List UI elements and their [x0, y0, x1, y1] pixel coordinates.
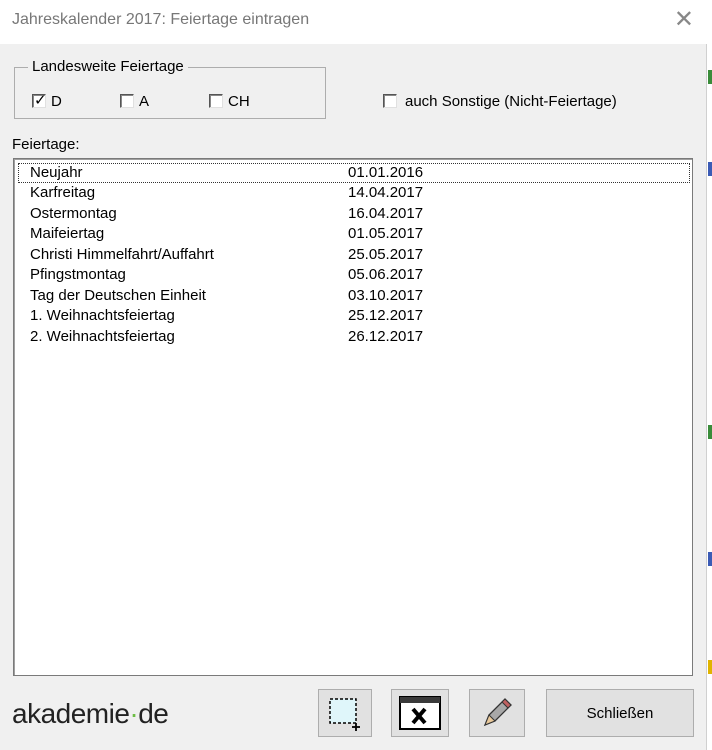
holiday-date: 01.01.2016	[348, 164, 424, 181]
add-entry-icon	[329, 698, 360, 731]
checkbox-a-label: A	[139, 92, 150, 110]
holiday-date: 01.05.2017	[348, 225, 424, 242]
close-button-label: Schließen	[586, 704, 654, 722]
list-item[interactable]: Maifeiertag 01.05.2017	[18, 224, 690, 244]
logo-dot: ·	[129, 698, 139, 729]
edge-marker	[708, 162, 712, 176]
holiday-name: Neujahr	[30, 164, 83, 181]
list-item[interactable]: 2. Weihnachtsfeiertag 26.12.2017	[18, 327, 690, 347]
title-bar: Jahreskalender 2017: Feiertage eintragen…	[0, 0, 712, 44]
holiday-date: 25.05.2017	[348, 246, 424, 263]
holiday-listbox[interactable]: Neujahr 01.01.2016 Karfreitag 14.04.2017…	[13, 158, 693, 676]
holiday-name: Maifeiertag	[30, 225, 105, 242]
checkbox-ch-label: CH	[228, 92, 250, 110]
edit-entry-button[interactable]	[469, 689, 525, 737]
edge-marker	[708, 660, 712, 674]
holiday-name: Karfreitag	[30, 184, 96, 201]
edge-marker	[708, 425, 712, 439]
holiday-date: 14.04.2017	[348, 184, 424, 201]
close-window-icon[interactable]: ✕	[674, 6, 694, 34]
list-item[interactable]: Pfingstmontag 05.06.2017	[18, 265, 690, 285]
window-edge	[706, 44, 712, 750]
checkbox-d-label: D	[51, 92, 62, 110]
checkbox-other[interactable]: auch Sonstige (Nicht-Feiertage)	[383, 91, 617, 111]
holiday-name: 1. Weihnachtsfeiertag	[30, 307, 175, 324]
edge-marker	[708, 70, 712, 84]
checkbox-other-box[interactable]	[383, 94, 397, 108]
holiday-list-label: Feiertage:	[12, 136, 80, 153]
holiday-name: Christi Himmelfahrt/Auffahrt	[30, 246, 214, 263]
checkbox-ch-box[interactable]	[209, 94, 223, 108]
holiday-date: 26.12.2017	[348, 328, 424, 345]
checkbox-d-box[interactable]: ✓	[32, 92, 47, 109]
checkbox-other-label: auch Sonstige (Nicht-Feiertage)	[405, 92, 617, 110]
delete-entry-button[interactable]	[391, 689, 449, 737]
checkbox-a[interactable]: A	[120, 91, 149, 111]
pencil-icon	[483, 698, 512, 727]
checkbox-d[interactable]: ✓ D	[32, 91, 62, 111]
checkbox-ch[interactable]: CH	[209, 91, 250, 111]
holiday-date: 03.10.2017	[348, 287, 424, 304]
edge-marker	[708, 552, 712, 566]
window-title: Jahreskalender 2017: Feiertage eintragen	[12, 11, 310, 28]
list-item[interactable]: Ostermontag 16.04.2017	[18, 204, 690, 224]
list-item[interactable]: Christi Himmelfahrt/Auffahrt 25.05.2017	[18, 245, 690, 265]
delete-entry-icon	[399, 696, 441, 730]
checkbox-a-box[interactable]	[120, 94, 134, 108]
holiday-date: 25.12.2017	[348, 307, 424, 324]
group-legend: Landesweite Feiertage	[28, 58, 188, 75]
add-entry-button[interactable]	[318, 689, 372, 737]
holiday-date: 05.06.2017	[348, 266, 424, 283]
check-mark-icon: ✓	[34, 92, 47, 109]
holiday-name: Tag der Deutschen Einheit	[30, 287, 206, 304]
holiday-name: Pfingstmontag	[30, 266, 126, 283]
list-item[interactable]: Tag der Deutschen Einheit 03.10.2017	[18, 286, 690, 306]
holiday-name: Ostermontag	[30, 205, 117, 222]
logo-text-part1: akademie	[12, 698, 130, 729]
list-item[interactable]: Karfreitag 14.04.2017	[18, 183, 690, 203]
list-item[interactable]: Neujahr 01.01.2016	[18, 163, 690, 183]
holiday-date: 16.04.2017	[348, 205, 424, 222]
list-item[interactable]: 1. Weihnachtsfeiertag 25.12.2017	[18, 306, 690, 326]
close-button[interactable]: Schließen	[546, 689, 694, 737]
akademie-logo: akademie·de	[12, 698, 169, 730]
holiday-name: 2. Weihnachtsfeiertag	[30, 328, 175, 345]
logo-text-part2: de	[138, 698, 169, 729]
